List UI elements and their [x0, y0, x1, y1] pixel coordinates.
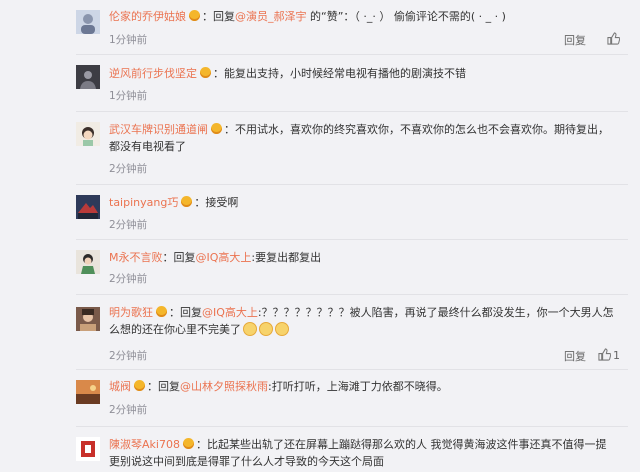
avatar[interactable]	[76, 437, 100, 461]
avatar-image-icon	[76, 250, 100, 274]
member-badge-icon	[156, 306, 167, 317]
comment-item: 武汉车牌识别通道闸 ：不用试水，喜欢你的终究喜欢你，不喜欢你的怎么也不会喜欢你。期…	[0, 112, 640, 184]
member-badge-icon	[189, 10, 200, 21]
comment-prefix: ：接受啊	[194, 196, 239, 209]
comment-item: 城阀 ：回复@山林夕照探秋雨:打听打听，上海滩丁力依都不晓得。 2分钟前	[0, 370, 640, 426]
avatar-image-icon	[76, 195, 100, 219]
avatar[interactable]	[76, 122, 100, 146]
mention-link[interactable]: @IQ高大上	[196, 251, 252, 264]
comment-time: 2分钟前	[109, 219, 148, 231]
commenter-name[interactable]: 明为歌狂	[109, 306, 153, 319]
avatar[interactable]	[76, 250, 100, 274]
mention-link[interactable]: @山林夕照探秋雨	[180, 380, 268, 393]
commenter-name[interactable]: 城阀	[109, 380, 131, 393]
comment-prefix: ：回复	[162, 251, 196, 264]
comment-text: taipinyang巧 ：接受啊	[109, 194, 618, 211]
comment-text: 伦家的乔伊姑娘 ：回复@演员_郝泽宇 的“赞”：（ ·_· ） 偷偷评论不需的( …	[109, 8, 618, 25]
comment-body: 的“赞”：（ ·_· ） 偷偷评论不需的( · _ · )	[306, 10, 506, 23]
member-badge-icon	[182, 438, 194, 449]
comment-body: :要复出都复出	[251, 251, 322, 264]
cat-emoji-icon	[275, 322, 289, 336]
comment-item: 伦家的乔伊姑娘 ：回复@演员_郝泽宇 的“赞”：（ ·_· ） 偷偷评论不需的( …	[0, 0, 640, 54]
avatar[interactable]	[76, 65, 100, 89]
comment-prefix: ：回复	[169, 306, 202, 319]
comment-time: 1分钟前	[109, 34, 148, 46]
member-badge-icon	[200, 67, 211, 78]
thumbs-up-icon	[607, 32, 621, 45]
avatar-image-icon	[76, 380, 100, 404]
avatar-image-icon	[76, 65, 100, 89]
reply-button[interactable]: 回复	[564, 32, 586, 48]
commenter-name[interactable]: taipinyang巧	[109, 196, 178, 209]
comment-prefix: ：能复出支持，小时候经常电视有播他的剧演技不错	[213, 67, 466, 80]
thumbs-up-icon	[598, 348, 612, 361]
comment-item: 陳淑琴Aki708 ：比起某些出轨了还在屏幕上蹦跶得那么欢的人 我觉得黄海波这件事…	[0, 427, 640, 472]
avatar-image-icon	[76, 437, 100, 461]
commenter-name[interactable]: M永不言败	[109, 251, 163, 264]
commenter-name[interactable]: 武汉车牌识别通道闸	[109, 123, 208, 136]
avatar-image-icon	[76, 10, 100, 34]
comment-list: 伦家的乔伊姑娘 ：回复@演员_郝泽宇 的“赞”：（ ·_· ） 偷偷评论不需的( …	[0, 0, 640, 472]
mention-link[interactable]: @演员_郝泽宇	[235, 10, 307, 23]
commenter-name[interactable]: 伦家的乔伊姑娘	[109, 10, 186, 23]
comment-body: :打听打听，上海滩丁力依都不晓得。	[268, 380, 448, 393]
comment-prefix: ：回复	[202, 10, 235, 23]
like-count: 1	[613, 349, 620, 362]
mention-link[interactable]: @IQ高大上	[202, 306, 258, 319]
comment-item: 明为歌狂 ：回复@IQ高大上:？？？？？？？？被人陷害，再说了最终什么都没发生，你…	[0, 295, 640, 369]
avatar-image-icon	[76, 122, 100, 146]
avatar[interactable]	[76, 10, 100, 34]
comment-item: taipinyang巧 ：接受啊 2分钟前	[0, 185, 640, 239]
comment-time: 2分钟前	[109, 163, 148, 175]
like-button[interactable]: 1	[598, 348, 620, 362]
member-badge-icon	[211, 123, 222, 134]
comment-item: 逆风前行步伐坚定 ：能复出支持，小时候经常电视有播他的剧演技不错 1分钟前	[0, 55, 640, 111]
commenter-name[interactable]: 陳淑琴Aki708	[109, 438, 180, 451]
comment-text: 城阀 ：回复@山林夕照探秋雨:打听打听，上海滩丁力依都不晓得。	[109, 378, 618, 395]
avatar[interactable]	[76, 307, 100, 331]
comment-time: 1分钟前	[109, 90, 148, 102]
like-button[interactable]	[607, 32, 621, 46]
cat-emoji-icon	[259, 322, 273, 336]
cat-emoji-icon	[243, 322, 257, 336]
reply-button[interactable]: 回复	[564, 348, 586, 364]
avatar[interactable]	[76, 195, 100, 219]
comment-text: 明为歌狂 ：回复@IQ高大上:？？？？？？？？被人陷害，再说了最终什么都没发生，你…	[109, 304, 618, 338]
comment-time: 2分钟前	[109, 350, 148, 362]
comment-time: 2分钟前	[109, 404, 148, 416]
comment-text: 逆风前行步伐坚定 ：能复出支持，小时候经常电视有播他的剧演技不错	[109, 65, 618, 82]
comment-item: M永不言败：回复@IQ高大上:要复出都复出 2分钟前	[0, 240, 640, 294]
commenter-name[interactable]: 逆风前行步伐坚定	[109, 67, 197, 80]
comment-text: 武汉车牌识别通道闸 ：不用试水，喜欢你的终究喜欢你，不喜欢你的怎么也不会喜欢你。期…	[109, 121, 618, 155]
comment-prefix: ：回复	[147, 380, 180, 393]
comment-text: M永不言败：回复@IQ高大上:要复出都复出	[109, 249, 618, 266]
comment-text: 陳淑琴Aki708 ：比起某些出轨了还在屏幕上蹦跶得那么欢的人 我觉得黄海波这件事…	[109, 436, 618, 470]
member-badge-icon	[181, 196, 193, 207]
avatar[interactable]	[76, 380, 100, 404]
avatar-image-icon	[76, 307, 100, 331]
comment-time: 2分钟前	[109, 273, 148, 285]
member-badge-icon	[134, 380, 145, 391]
